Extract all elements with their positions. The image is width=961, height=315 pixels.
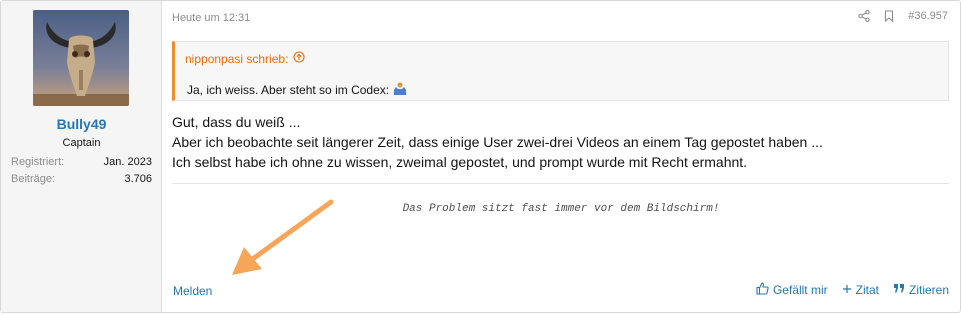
thumbs-up-icon bbox=[756, 282, 769, 298]
plus-icon bbox=[842, 283, 852, 297]
quote-text: Ja, ich weiss. Aber steht so im Codex: bbox=[187, 82, 390, 97]
person-shrug-emoji-icon bbox=[393, 81, 407, 98]
share-icon[interactable] bbox=[858, 10, 870, 22]
like-button[interactable]: Gefällt mir bbox=[756, 282, 828, 298]
like-label: Gefällt mir bbox=[772, 283, 828, 297]
quote-text-line: Ja, ich weiss. Aber steht so im Codex: bbox=[187, 81, 407, 98]
post-main: Heute um 12:31 #36.957 nipponpasi schrie… bbox=[163, 1, 960, 312]
forum-post: Bully49 Captain Registriert: Jan. 2023 B… bbox=[0, 0, 961, 313]
report-link[interactable]: Melden bbox=[173, 284, 212, 298]
reply-quote-button[interactable]: Zitieren bbox=[893, 282, 949, 298]
post-date[interactable]: Heute um 12:31 bbox=[172, 12, 250, 24]
post-body: Gut, dass du weiß ... Aber ich beobachte… bbox=[172, 112, 823, 172]
signature-divider bbox=[172, 183, 949, 184]
quote-marks-icon bbox=[893, 283, 905, 297]
stat-label: Beiträge: bbox=[11, 173, 56, 185]
post-body-line: Ich selbst habe ich ohne zu wissen, zwei… bbox=[172, 154, 748, 170]
stat-value: Jan. 2023 bbox=[103, 156, 152, 168]
reply-quote-label: Zitieren bbox=[908, 283, 949, 297]
post-body-line: Aber ich beobachte seit längerer Zeit, d… bbox=[172, 134, 823, 150]
quote-author-link[interactable]: nipponpasi schrieb: bbox=[185, 51, 305, 66]
user-sidebar: Bully49 Captain Registriert: Jan. 2023 B… bbox=[1, 1, 162, 312]
post-footer-actions: Gefällt mir Zitat Zitieren bbox=[756, 282, 949, 298]
bookmark-icon[interactable] bbox=[884, 10, 894, 22]
signature: Das Problem sitzt fast immer vor dem Bil… bbox=[402, 203, 720, 215]
post-number[interactable]: #36.957 bbox=[908, 10, 948, 22]
username[interactable]: Bully49 bbox=[1, 116, 162, 132]
multiquote-button[interactable]: Zitat bbox=[842, 282, 879, 298]
post-body-line: Gut, dass du weiß ... bbox=[172, 114, 301, 130]
user-stat-registered: Registriert: Jan. 2023 bbox=[11, 156, 152, 168]
quote-author: nipponpasi schrieb: bbox=[185, 51, 289, 66]
post-header-actions: #36.957 bbox=[858, 10, 948, 22]
stat-value: 3.706 bbox=[124, 173, 152, 185]
multiquote-label: Zitat bbox=[855, 283, 879, 297]
quote-block: nipponpasi schrieb: Ja, ich weiss. Aber … bbox=[172, 41, 949, 101]
user-title: Captain bbox=[62, 137, 101, 149]
avatar-image bbox=[33, 10, 129, 106]
user-stat-posts: Beiträge: 3.706 bbox=[11, 173, 152, 185]
stat-label: Registriert: bbox=[11, 156, 65, 168]
avatar[interactable] bbox=[33, 10, 129, 106]
arrow-up-circle-icon bbox=[293, 51, 305, 66]
